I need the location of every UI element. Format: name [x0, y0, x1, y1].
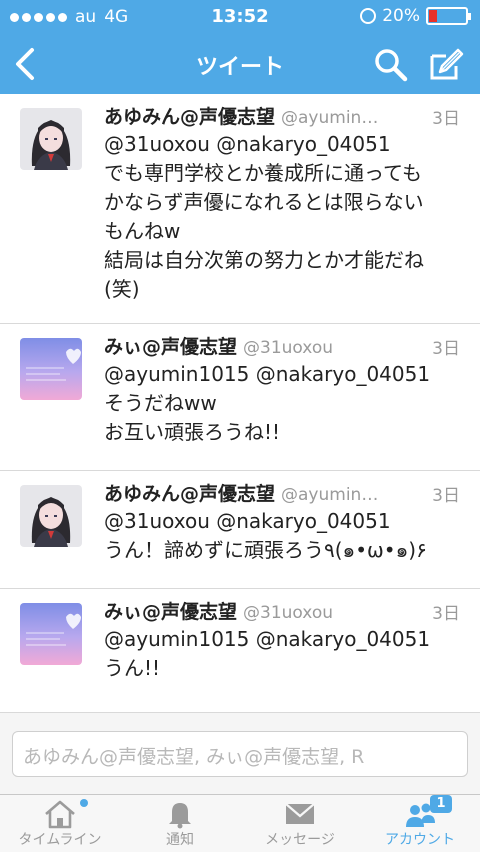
compose-button[interactable] — [426, 46, 464, 84]
rotation-lock-icon — [360, 8, 377, 24]
tweet-item[interactable]: みぃ@声優志望 @31uoxou 3日 @ayumin1015 @nakaryo_… — [0, 324, 480, 471]
unread-dot — [80, 799, 88, 807]
tweet-text: @ayumin1015 @nakaryo_04051 そうだねww お互い頑張ろ… — [104, 362, 431, 444]
tweet-header: みぃ@声優志望 @31uoxou — [104, 332, 464, 358]
tweet-author-name[interactable]: みぃ@声優志望 — [104, 601, 237, 623]
tweet-text: @ayumin1015 @nakaryo_04051 うん!! — [104, 627, 431, 680]
tweet-author-name[interactable]: あゆみん@声優志望 — [104, 483, 275, 505]
envelope-icon — [285, 803, 315, 824]
home-icon — [45, 800, 75, 829]
battery-icon — [426, 7, 471, 25]
search-icon — [375, 49, 408, 82]
tab-label: タイムライン — [18, 832, 102, 848]
tweet-header: あゆみん@声優志望 @ayumin… — [104, 479, 464, 505]
pastel-sky-avatar[interactable] — [20, 603, 82, 665]
tweet-text: @31uoxou @nakaryo_04051 うん！諦めずに頑張ろう٩(๑•ω… — [104, 509, 427, 562]
tweet-author-handle: @31uoxou — [243, 603, 334, 623]
tweet-timestamp: 3日 — [432, 339, 460, 359]
pastel-sky-avatar[interactable] — [20, 338, 82, 400]
status-right: 20% — [360, 6, 471, 26]
tweet-author-handle: @ayumin… — [281, 108, 379, 128]
anime-girl-avatar[interactable] — [20, 108, 82, 170]
tweet-item[interactable]: あゆみん@声優志望 @ayumin… 3日 @31uoxou @nakaryo_0… — [0, 471, 480, 589]
tweet-timestamp: 3日 — [432, 486, 460, 506]
tweet-timestamp: 3日 — [432, 109, 460, 129]
tweet-item[interactable]: みぃ@声優志望 @31uoxou 3日 @ayumin1015 @nakaryo_… — [0, 589, 480, 712]
tab-label: アカウント — [385, 832, 455, 848]
tab-label: メッセージ — [265, 832, 335, 848]
account-badge: 1 — [430, 795, 452, 813]
anime-girl-avatar[interactable] — [20, 485, 82, 547]
tweet-timestamp: 3日 — [432, 604, 460, 624]
tweet-author-handle: @ayumin… — [281, 485, 379, 505]
search-button[interactable] — [372, 46, 410, 84]
tab-account[interactable]: 1 アカウント — [360, 795, 480, 852]
tab-bar: タイムライン 通知 メッセージ 1 アカウント — [0, 794, 480, 852]
tab-messages[interactable]: メッセージ — [240, 795, 360, 852]
status-bar: au 4G 13:52 20% — [0, 0, 480, 34]
compose-icon — [430, 48, 464, 80]
tab-label: 通知 — [166, 832, 194, 848]
tweet-header: みぃ@声優志望 @31uoxou — [104, 597, 464, 623]
tweet-header: あゆみん@声優志望 @ayumin… — [104, 102, 464, 128]
tweet-item[interactable]: あゆみん@声優志望 @ayumin… 3日 @31uoxou @nakaryo_0… — [0, 94, 480, 324]
tweet-author-name[interactable]: あゆみん@声優志望 — [104, 106, 275, 128]
tweet-author-handle: @31uoxou — [243, 338, 334, 358]
tab-timeline[interactable]: タイムライン — [0, 795, 120, 852]
reply-composer: あゆみん@声優志望, みぃ@声優志望, R — [0, 712, 480, 794]
bell-icon — [169, 803, 191, 829]
navigation-bar: ツイート — [0, 34, 480, 94]
tweet-text: @31uoxou @nakaryo_04051 でも専門学校とか養成所に通っても… — [104, 132, 424, 301]
battery-percent: 20% — [382, 6, 420, 26]
tweet-author-name[interactable]: みぃ@声優志望 — [104, 336, 237, 358]
reply-input[interactable]: あゆみん@声優志望, みぃ@声優志望, R — [12, 731, 468, 777]
tab-notifications[interactable]: 通知 — [120, 795, 240, 852]
tweet-list[interactable]: あゆみん@声優志望 @ayumin… 3日 @31uoxou @nakaryo_0… — [0, 94, 480, 712]
